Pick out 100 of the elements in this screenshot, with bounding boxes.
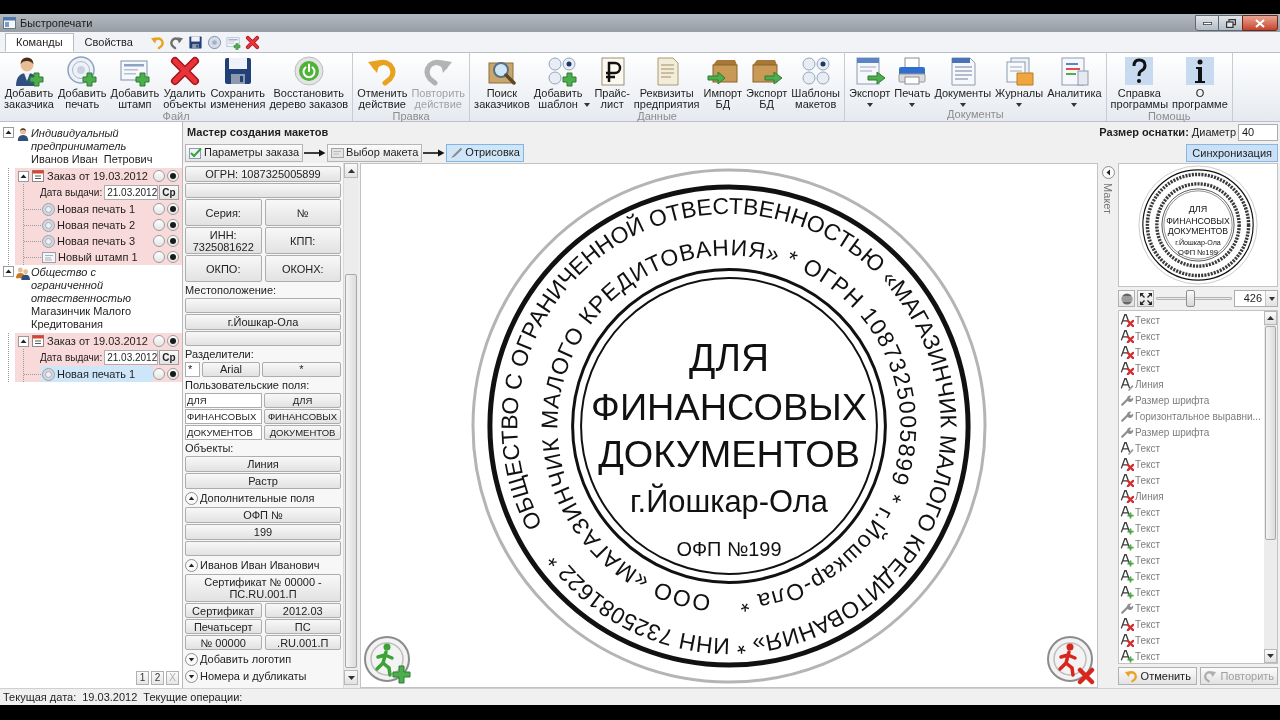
- side-tab-label[interactable]: Макет: [1099, 183, 1117, 215]
- radio-button[interactable]: [153, 335, 165, 347]
- empty-field[interactable]: [185, 331, 341, 346]
- scroll-down-button[interactable]: [1264, 649, 1277, 663]
- form-button[interactable]: 2012.03: [264, 603, 341, 618]
- ribbon-button[interactable]: Экспорт: [847, 55, 893, 107]
- radio-button[interactable]: [167, 251, 179, 263]
- ribbon-button[interactable]: О программе: [1170, 55, 1230, 110]
- ribbon-button[interactable]: Печать: [892, 55, 933, 107]
- radio-button[interactable]: [167, 368, 179, 380]
- form-button[interactable]: Сертификат № 00000 - ПС.RU.001.П: [185, 574, 341, 602]
- zoom-slider[interactable]: [1156, 290, 1232, 307]
- form-button[interactable]: ДОКУМЕНТОВ: [264, 425, 341, 440]
- form-button[interactable]: Серия:: [185, 199, 262, 226]
- tree-item[interactable]: Новая печать 1: [41, 201, 153, 217]
- form-button[interactable]: №: [264, 199, 341, 226]
- radio-button[interactable]: [167, 335, 179, 347]
- ribbon-button[interactable]: Сохранить изменения: [208, 55, 268, 110]
- fit-button[interactable]: [1137, 290, 1154, 307]
- form-button[interactable]: Линия: [185, 456, 341, 472]
- ribbon-button[interactable]: Восстановить дерево заказов: [267, 55, 351, 110]
- history-item[interactable]: Текст: [1119, 536, 1264, 552]
- close-button[interactable]: [1242, 15, 1278, 31]
- radio-button[interactable]: [153, 368, 165, 380]
- ribbon-button[interactable]: Добавить шаблон: [531, 55, 593, 110]
- history-item[interactable]: Текст: [1119, 632, 1264, 648]
- tree-item[interactable]: Новая печать 1: [41, 366, 153, 382]
- ribbon-button[interactable]: Удалить объекты: [161, 55, 209, 110]
- page-button[interactable]: 2: [151, 671, 164, 685]
- expand-icon[interactable]: [185, 669, 198, 683]
- ribbon-tab[interactable]: Команды: [5, 33, 74, 52]
- history-item[interactable]: Текст: [1119, 520, 1264, 536]
- empty-field[interactable]: [185, 298, 341, 313]
- section-title[interactable]: Номера и дубликаты: [200, 667, 307, 685]
- collapse-icon[interactable]: [18, 170, 29, 182]
- form-button[interactable]: 199: [185, 524, 341, 540]
- scrollbar-thumb[interactable]: [345, 274, 357, 668]
- radio-button[interactable]: [167, 203, 179, 215]
- date-field[interactable]: 21.03.2012: [104, 185, 159, 200]
- ribbon-button[interactable]: Журналы: [993, 55, 1046, 107]
- history-item[interactable]: Текст: [1119, 568, 1264, 584]
- tree-item[interactable]: Новая печать 3: [41, 233, 153, 249]
- history-item[interactable]: Текст: [1119, 456, 1264, 472]
- radio-button[interactable]: [153, 170, 165, 182]
- undo-button[interactable]: Отменить: [1118, 667, 1197, 685]
- tree-item[interactable]: Новая печать 2: [41, 217, 153, 233]
- ribbon-button[interactable]: Экспорт БД: [744, 55, 790, 110]
- form-button[interactable]: ОФП №: [185, 507, 341, 523]
- runner-cross-icon[interactable]: [1046, 635, 1096, 685]
- wizard-step-tab[interactable]: Выбор макета: [327, 143, 423, 162]
- history-item[interactable]: Текст: [1119, 648, 1264, 664]
- form-button[interactable]: Печатьсерт: [185, 619, 262, 634]
- ribbon-button[interactable]: Прайс- лист: [592, 55, 632, 110]
- ribbon-button[interactable]: Добавить печать: [55, 55, 109, 110]
- history-item[interactable]: Текст: [1119, 600, 1264, 616]
- empty-field[interactable]: [185, 183, 341, 198]
- ribbon-button[interactable]: Документы: [932, 55, 994, 107]
- date-field[interactable]: 21.03.2012: [104, 350, 159, 365]
- history-item[interactable]: Текст: [1119, 312, 1264, 328]
- scroll-up-button[interactable]: [1264, 311, 1277, 325]
- radio-button[interactable]: [167, 170, 179, 182]
- weekday-button[interactable]: Ср: [159, 350, 179, 365]
- weekday-button[interactable]: Ср: [159, 185, 179, 200]
- form-button[interactable]: ОГРН: 1087325005899: [185, 166, 341, 182]
- page-button[interactable]: 1: [136, 671, 149, 685]
- diameter-field[interactable]: 40: [1238, 123, 1278, 141]
- ribbon-button[interactable]: Аналитика: [1045, 55, 1104, 107]
- wizard-step-tab[interactable]: Отрисовка: [446, 143, 524, 162]
- history-item[interactable]: Текст: [1119, 552, 1264, 568]
- form-button[interactable]: Arial: [202, 362, 260, 377]
- history-item[interactable]: Текст: [1119, 616, 1264, 632]
- radio-button[interactable]: [153, 219, 165, 231]
- text-field[interactable]: ФИНАНСОВЫХ: [185, 409, 262, 424]
- minimize-button[interactable]: [1195, 15, 1219, 31]
- section-title[interactable]: Добавить логотип: [200, 650, 292, 668]
- section-title[interactable]: Иванов Иван Иванович: [200, 556, 320, 574]
- form-button[interactable]: ОКПО:: [185, 255, 262, 282]
- collapse-icon[interactable]: [3, 266, 14, 277]
- history-item[interactable]: Текст: [1119, 472, 1264, 488]
- form-button[interactable]: .RU.001.П: [264, 635, 341, 650]
- separator-field[interactable]: *: [185, 362, 200, 377]
- form-button[interactable]: Растр: [185, 473, 341, 489]
- view-toggle-button[interactable]: [1118, 290, 1135, 307]
- ribbon-button[interactable]: Реквизиты предприятия: [631, 55, 702, 110]
- card-plus-icon[interactable]: [225, 34, 241, 50]
- ribbon-tab[interactable]: Свойства: [73, 33, 144, 52]
- radio-button[interactable]: [153, 251, 165, 263]
- text-field[interactable]: ДОКУМЕНТОВ: [185, 425, 262, 440]
- history-item[interactable]: Текст: [1119, 440, 1264, 456]
- scrollbar-thumb[interactable]: [1265, 326, 1276, 540]
- empty-field[interactable]: [185, 541, 341, 556]
- radio-button[interactable]: [167, 219, 179, 231]
- slider-thumb[interactable]: [1186, 290, 1196, 307]
- collapse-icon[interactable]: [185, 558, 198, 572]
- restore-button[interactable]: [1219, 15, 1242, 31]
- form-button[interactable]: ДЛЯ: [264, 393, 341, 408]
- sync-button[interactable]: Синхронизация: [1186, 143, 1278, 162]
- scroll-down-button[interactable]: [344, 670, 358, 685]
- history-item[interactable]: Текст: [1119, 328, 1264, 344]
- radio-button[interactable]: [153, 203, 165, 215]
